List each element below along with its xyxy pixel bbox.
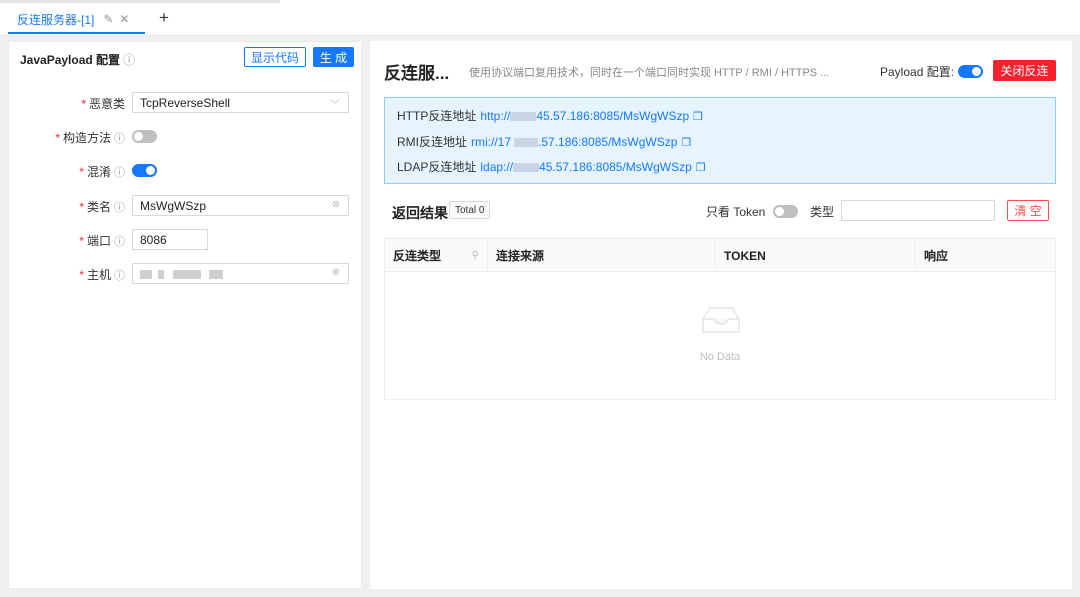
http-address-label: HTTP反连地址 (397, 109, 477, 123)
payload-config-toggle[interactable] (958, 65, 983, 78)
http-address-row: HTTP反连地址 http://45.57.186:8085/MsWgWSzp ❐ (397, 107, 703, 124)
host-label: * 主机 ⓘ (79, 266, 125, 283)
clear-icon[interactable]: ⊗ (332, 199, 340, 210)
host-label-text: 主机 (86, 268, 111, 282)
http-address-value[interactable]: http://45.57.186:8085/MsWgWSzp (480, 109, 689, 123)
obfuscate-label: * 混淆 ⓘ (79, 163, 125, 180)
clear-icon[interactable]: ⊗ (332, 267, 340, 278)
info-icon: ⓘ (114, 167, 125, 179)
rmi-address-value[interactable]: rmi://17.57.186:8085/MsWgWSzp (471, 135, 677, 149)
form-row-port: * 端口 ⓘ 8086 (9, 229, 363, 251)
port-label-text: 端口 (86, 234, 111, 248)
malicious-class-label-text: 恶意类 (88, 97, 125, 111)
column-header-source: 连接来源 (487, 239, 715, 272)
toggle-knob (775, 207, 784, 216)
column-header-response: 响应 (915, 239, 1055, 272)
type-label: 类型 (810, 205, 835, 219)
required-mark: * (79, 234, 84, 248)
malicious-class-value: TcpReverseShell (140, 95, 231, 110)
java-payload-config-panel: JavaPayload 配置 ⓘ 显示代码 生 成 * 恶意类 TcpReverse… (8, 41, 362, 589)
toggle-knob (972, 67, 981, 76)
search-icon[interactable]: ⚲ (472, 250, 479, 261)
info-icon: ⓘ (114, 133, 125, 145)
column-header-reverse-type[interactable]: 反连类型 ⚲ (385, 239, 487, 272)
reverse-server-description: 使用协议端口复用技术，同时在一个端口同时实现 HTTP / RMI / HTTP… (469, 67, 830, 79)
required-mark: * (79, 165, 84, 179)
ldap-address-label: LDAP反连地址 (397, 160, 477, 174)
table-header: 反连类型 ⚲ 连接来源 TOKEN 响应 (385, 239, 1055, 272)
column-header-token: TOKEN (715, 239, 915, 272)
type-input[interactable] (841, 200, 995, 221)
ldap-address-value[interactable]: ldap://45.57.186:8085/MsWgWSzp (480, 160, 691, 174)
required-mark: * (79, 268, 84, 282)
info-icon: ⓘ (114, 270, 125, 282)
toggle-knob (146, 166, 155, 175)
obfuscate-toggle[interactable] (132, 164, 157, 177)
port-input[interactable]: 8086 (132, 229, 208, 250)
form-row-class-name: * 类名 ⓘ MsWgWSzp ⊗ (9, 195, 363, 217)
add-tab-button[interactable]: + (155, 8, 173, 30)
rmi-address-row: RMI反连地址 rmi://17.57.186:8085/MsWgWSzp ❐ (397, 133, 691, 150)
class-name-input[interactable]: MsWgWSzp ⊗ (132, 195, 349, 216)
tab-bar-top-line (0, 0, 280, 3)
payload-config-label: Payload 配置: (880, 65, 955, 79)
empty-inbox-icon (702, 307, 740, 333)
form-row-obfuscate: * 混淆 ⓘ (9, 160, 363, 182)
results-table: 反连类型 ⚲ 连接来源 TOKEN 响应 No Data (384, 238, 1056, 400)
construct-method-label-text: 构造方法 (62, 131, 111, 145)
copy-icon[interactable]: ❐ (696, 162, 706, 174)
copy-icon[interactable]: ❐ (693, 111, 703, 123)
malicious-class-select[interactable]: TcpReverseShell ﹀ (132, 92, 349, 113)
reverse-address-box: HTTP反连地址 http://45.57.186:8085/MsWgWSzp ❐ … (384, 97, 1056, 184)
panel-title-text: JavaPayload 配置 (20, 53, 121, 67)
form-row-construct-method: * 构造方法 ⓘ (9, 126, 363, 148)
malicious-class-label: * 恶意类 (81, 95, 125, 112)
class-name-label-text: 类名 (86, 200, 111, 214)
chevron-down-icon: ﹀ (330, 100, 340, 111)
info-icon: ⓘ (114, 236, 125, 248)
construct-method-label: * 构造方法 ⓘ (55, 129, 125, 146)
class-name-value: MsWgWSzp (140, 198, 206, 213)
required-mark: * (81, 97, 86, 111)
reverse-server-title: 反连服... (384, 64, 450, 83)
info-icon: ⓘ (114, 202, 125, 214)
token-only-toggle[interactable] (773, 205, 798, 218)
edit-icon[interactable]: ✎ (103, 12, 113, 26)
form-row-host: * 主机 ⓘ ⊗ (9, 263, 363, 285)
copy-icon[interactable]: ❐ (681, 137, 691, 149)
close-icon[interactable]: ✕ (119, 12, 129, 26)
redacted-host (140, 267, 224, 281)
class-name-label: * 类名 ⓘ (79, 198, 125, 215)
empty-text: No Data (699, 351, 741, 363)
ldap-address-row: LDAP反连地址 ldap://45.57.186:8085/MsWgWSzp ❐ (397, 158, 706, 175)
clear-button[interactable]: 清 空 (1007, 200, 1049, 221)
rmi-address-label: RMI反连地址 (397, 135, 467, 149)
tab-bar: 反连服务器-[1] ✎ ✕ + (0, 0, 1080, 36)
construct-method-toggle[interactable] (132, 130, 157, 143)
generate-button[interactable]: 生 成 (313, 47, 354, 67)
toggle-knob (134, 132, 143, 141)
close-reverse-button[interactable]: 关闭反连 (993, 60, 1056, 81)
obfuscate-label-text: 混淆 (86, 165, 111, 179)
panel-title: JavaPayload 配置 ⓘ (20, 51, 135, 68)
reverse-server-panel: 反连服... 使用协议端口复用技术，同时在一个端口同时实现 HTTP / RMI… (370, 41, 1072, 589)
tab-reverse-server[interactable]: 反连服务器-[1] ✎ ✕ (8, 6, 145, 34)
form-row-malicious-class: * 恶意类 TcpReverseShell ﹀ (9, 92, 363, 114)
token-only-label: 只看 Token (706, 205, 766, 219)
total-badge: Total 0 (449, 201, 491, 219)
show-code-button[interactable]: 显示代码 (244, 47, 306, 67)
info-icon: ⓘ (123, 53, 136, 67)
port-label: * 端口 ⓘ (79, 232, 125, 249)
tab-label: 反连服务器-[1] (17, 12, 95, 27)
required-mark: * (79, 200, 84, 214)
results-title: 返回结果 (392, 205, 448, 221)
port-value: 8086 (140, 232, 167, 247)
required-mark: * (55, 131, 60, 145)
host-input[interactable]: ⊗ (132, 263, 349, 284)
